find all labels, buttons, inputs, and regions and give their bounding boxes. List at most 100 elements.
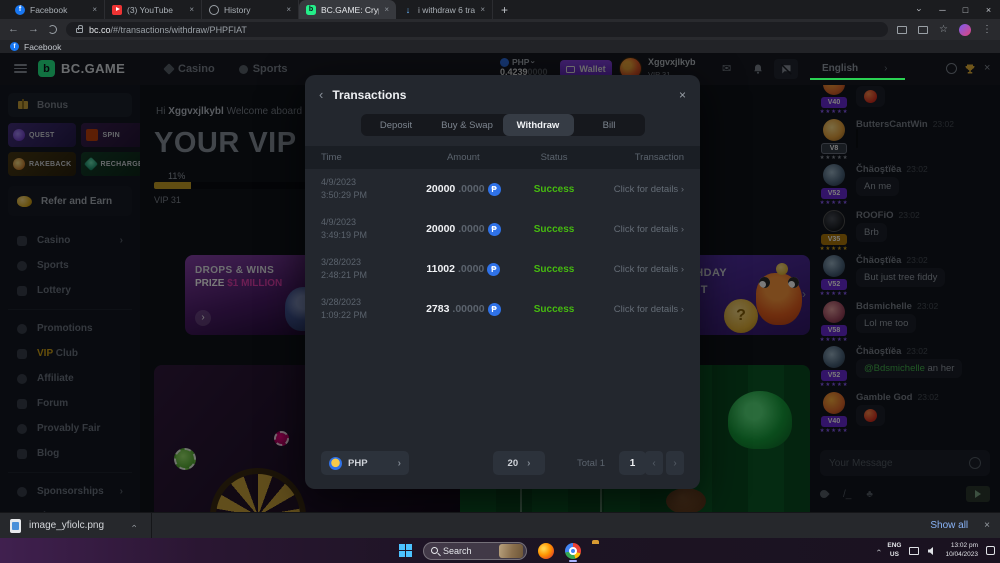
tx-details-link[interactable]: Click for details ›: [589, 224, 684, 235]
page-size-dropdown[interactable]: 20 ›: [493, 451, 545, 475]
address-bar[interactable]: bc.co/#/transactions/withdraw/PHPFIAT: [66, 22, 888, 37]
table-row[interactable]: 4/9/20233:50:29 PM 20000.0000₱ Success C…: [305, 169, 700, 209]
divider: [151, 513, 152, 538]
tx-amount-decimals: .0000: [458, 183, 484, 195]
bookmark-facebook[interactable]: Facebook: [24, 42, 61, 52]
taskbar-search[interactable]: Search: [423, 542, 527, 560]
total-count-label: Total 1: [577, 458, 605, 469]
back-button[interactable]: ←: [8, 24, 19, 35]
tab-youtube[interactable]: (3) YouTube ×: [105, 0, 202, 19]
tx-amount-decimals: .0000: [458, 263, 484, 275]
tab-search-icon[interactable]: ›: [908, 5, 931, 15]
tab-facebook[interactable]: f Facebook ×: [8, 0, 105, 19]
tab-download[interactable]: ↓ i withdraw 6 transaction 3 of the ×: [396, 0, 493, 19]
tab-history[interactable]: History ×: [202, 0, 299, 19]
table-row[interactable]: 3/28/20232:48:21 PM 11002.0000₱ Success …: [305, 249, 700, 289]
tx-amount: 2783: [426, 303, 449, 315]
tab-buy-swap[interactable]: Buy & Swap: [432, 114, 503, 136]
browser-tab-strip: f Facebook × (3) YouTube × History × b B…: [0, 0, 1000, 19]
tab-deposit[interactable]: Deposit: [361, 114, 432, 136]
file-explorer-taskbar-icon[interactable]: [592, 543, 608, 559]
chrome-taskbar-icon[interactable]: [565, 543, 581, 559]
new-tab-button[interactable]: +: [501, 3, 508, 17]
peso-coin-icon: ₱: [487, 263, 500, 276]
tab-label: Facebook: [30, 5, 87, 15]
reload-button[interactable]: [48, 25, 57, 34]
bookmarks-bar: f Facebook: [0, 40, 1000, 53]
profile-avatar[interactable]: [959, 24, 971, 36]
prev-page-button[interactable]: ‹: [645, 451, 663, 475]
browser-toolbar: ← → bc.co/#/transactions/withdraw/PHPFIA…: [0, 19, 1000, 40]
tx-time: 2:48:21 PM: [321, 270, 367, 280]
search-highlight-image: [499, 544, 523, 558]
bcgame-favicon: b: [306, 5, 316, 15]
tab-bcgame-active[interactable]: b BC.GAME: Crypto Casino Games ×: [299, 0, 396, 19]
history-favicon: [209, 5, 219, 15]
minimize-button[interactable]: ─: [931, 5, 954, 15]
windows-start-button[interactable]: [399, 544, 412, 557]
tx-details-link[interactable]: Click for details ›: [589, 264, 684, 275]
bookmark-star-icon[interactable]: ☆: [939, 24, 948, 35]
close-window-button[interactable]: ×: [977, 5, 1000, 15]
show-all-downloads-link[interactable]: Show all: [930, 520, 968, 531]
peso-coin-icon: ₱: [488, 183, 501, 196]
cast-icon[interactable]: [897, 26, 907, 34]
tx-time: 3:50:29 PM: [321, 190, 367, 200]
modal-footer: PHP › 20 › Total 1 1 ‹ ›: [321, 451, 684, 475]
tx-amount: 20000: [426, 223, 455, 235]
tab-withdraw[interactable]: Withdraw: [503, 114, 574, 136]
url-domain: bc.co: [89, 25, 111, 35]
forward-button[interactable]: →: [28, 24, 39, 35]
modal-title: Transactions: [332, 88, 406, 102]
tab-close-icon[interactable]: ×: [286, 5, 291, 14]
url-path: /#/transactions/withdraw/PHPFIAT: [111, 25, 247, 35]
next-page-button[interactable]: ›: [666, 451, 684, 475]
active-app-indicator: [569, 560, 577, 562]
tray-overflow-icon[interactable]: ›: [877, 546, 880, 555]
tab-bill[interactable]: Bill: [574, 114, 645, 136]
tx-details-link[interactable]: Click for details ›: [589, 304, 684, 315]
tx-amount: 11002: [426, 263, 455, 275]
tx-details-link[interactable]: Click for details ›: [589, 184, 684, 195]
table-header: Time Amount Status Transaction: [305, 146, 700, 169]
window-controls: › ─ □ ×: [908, 0, 1000, 19]
tx-status: Success: [519, 184, 589, 195]
close-shelf-icon[interactable]: ×: [984, 520, 990, 531]
system-clock[interactable]: 13:02 pm10/04/2023: [945, 542, 978, 559]
notification-center-icon[interactable]: [986, 546, 995, 555]
downloaded-filename[interactable]: image_yfiolc.png: [29, 520, 104, 531]
menu-icon[interactable]: ⋮: [982, 24, 992, 35]
tx-time: 3:49:19 PM: [321, 230, 367, 240]
network-icon[interactable]: [909, 547, 919, 555]
column-transaction: Transaction: [589, 152, 684, 163]
chat-loading-indicator: [810, 78, 905, 80]
tab-close-icon[interactable]: ×: [384, 5, 389, 14]
tab-label: History: [224, 5, 281, 15]
column-amount: Amount: [408, 152, 519, 163]
page-content: b BC.GAME Casino Sports PHP› 0.42390000 …: [0, 53, 1000, 512]
image-file-icon: [10, 519, 21, 533]
modal-close-icon[interactable]: ×: [679, 88, 686, 102]
table-row[interactable]: 3/28/20231:09:22 PM 2783.00000₱ Success …: [305, 289, 700, 329]
language-indicator[interactable]: ENGUS: [887, 542, 901, 558]
youtube-favicon: [112, 5, 122, 15]
tab-close-icon[interactable]: ×: [92, 5, 97, 14]
current-page-input[interactable]: 1: [619, 451, 646, 475]
search-placeholder: Search: [443, 546, 472, 556]
tx-status: Success: [519, 264, 589, 275]
table-row[interactable]: 4/9/20233:49:19 PM 20000.0000₱ Success C…: [305, 209, 700, 249]
tab-close-icon[interactable]: ×: [189, 5, 194, 14]
maximize-button[interactable]: □: [954, 5, 977, 15]
screen: f Facebook × (3) YouTube × History × b B…: [0, 0, 1000, 563]
volume-icon[interactable]: [927, 546, 937, 556]
share-icon[interactable]: [918, 26, 928, 34]
back-icon[interactable]: ‹: [319, 87, 323, 102]
facebook-favicon: f: [15, 5, 25, 15]
currency-filter-dropdown[interactable]: PHP ›: [321, 451, 409, 475]
column-status: Status: [519, 152, 589, 163]
tab-close-icon[interactable]: ×: [480, 5, 485, 14]
modal-header: ‹ Transactions ×: [305, 75, 700, 108]
peso-coin-icon: ₱: [488, 223, 501, 236]
firefox-taskbar-icon[interactable]: [538, 543, 554, 559]
download-options-icon[interactable]: ›: [132, 521, 135, 531]
